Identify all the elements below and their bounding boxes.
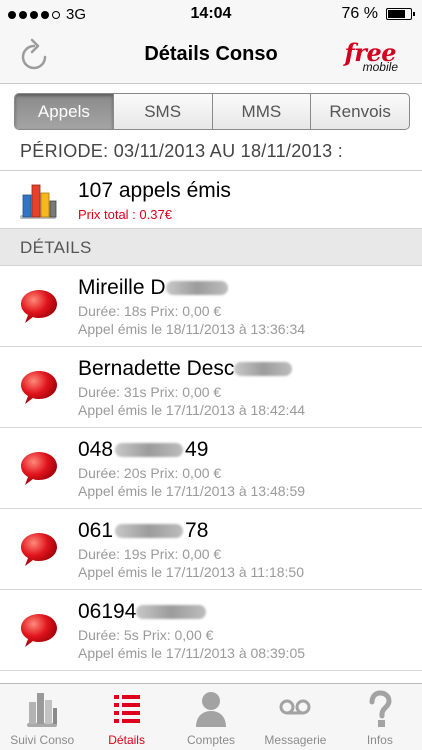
contact-name: 048 49 [78, 438, 208, 462]
tab-infos[interactable]: Infos [338, 684, 422, 750]
name-prefix: Bernadette Desc [78, 357, 235, 380]
list-item[interactable]: 048 49 Durée: 20s Prix: 0,00 € Appel émis… [0, 428, 422, 509]
tab-label: Messagerie [264, 733, 327, 747]
navigation-bar: Détails Conso free mobile [0, 28, 422, 84]
period-label: PÉRIODE: 03/11/2013 AU 18/11/2013 : [20, 141, 344, 161]
battery-percent: 76 % [341, 5, 378, 22]
tab-comptes[interactable]: Comptes [169, 684, 253, 750]
name-prefix: Mireille D [78, 276, 166, 299]
segment-appels[interactable]: Appels [15, 94, 114, 129]
tab-messagerie[interactable]: Messagerie [253, 684, 337, 750]
segment-mms[interactable]: MMS [213, 94, 312, 129]
list-item[interactable]: Mireille D Durée: 18s Prix: 0,00 € Appel… [0, 266, 422, 347]
bar-chart-icon [27, 693, 58, 727]
list-icon [113, 695, 140, 723]
name-prefix: 048 [78, 438, 114, 461]
tab-label: Infos [366, 733, 393, 747]
user-icon [196, 692, 227, 727]
tab-label: Détails [108, 733, 145, 747]
brand-sub: mobile [362, 60, 398, 74]
free-mobile-logo: free mobile [318, 38, 398, 78]
calls-summary: 107 appels émis Prix total : 0.37€ [0, 170, 422, 228]
name-prefix: 06194 [78, 600, 137, 623]
tab-bar: Suivi Conso Détails Comptes Messagerie I… [0, 683, 422, 750]
segment-sms[interactable]: SMS [114, 94, 213, 129]
section-title: DÉTAILS [20, 238, 92, 257]
section-header-details: DÉTAILS [0, 228, 422, 266]
speech-bubble-icon [21, 452, 57, 485]
contact-name: Bernadette Desc [78, 357, 293, 381]
name-prefix: 061 [78, 519, 114, 542]
contact-name: 061 78 [78, 519, 208, 543]
speech-bubble-icon [21, 290, 57, 323]
segment-renvois[interactable]: Renvois [311, 94, 409, 129]
status-right: 76 % [341, 5, 415, 23]
contact-name: 06194 [78, 600, 207, 624]
call-datetime: Appel émis le 18/11/2013 à 13:36:34 [78, 321, 306, 337]
call-duration-price: Durée: 5s Prix: 0,00 € [78, 627, 214, 643]
tab-label: Suivi Conso [10, 733, 75, 747]
call-type-segmented-control: Appels SMS MMS Renvois [14, 93, 410, 130]
list-item[interactable]: 061 78 Durée: 19s Prix: 0,00 € Appel émis… [0, 509, 422, 590]
list-item[interactable]: Bernadette Desc Durée: 31s Prix: 0,00 € … [0, 347, 422, 428]
call-duration-price: Durée: 19s Prix: 0,00 € [78, 546, 222, 562]
call-list: Mireille D Durée: 18s Prix: 0,00 € Appel… [0, 266, 422, 671]
bar-chart-icon [20, 184, 57, 219]
list-item[interactable]: 06194 Durée: 5s Prix: 0,00 € Appel émis … [0, 590, 422, 671]
total-price: Prix total : 0.37€ [78, 207, 172, 222]
tab-label: Comptes [187, 733, 236, 747]
tab-details[interactable]: Détails [84, 684, 168, 750]
question-icon [369, 690, 392, 727]
redacted-text [165, 281, 228, 296]
redacted-text [136, 605, 207, 620]
call-datetime: Appel émis le 17/11/2013 à 11:18:50 [78, 564, 304, 580]
name-suffix: 49 [185, 438, 209, 461]
speech-bubble-icon [21, 371, 57, 404]
call-datetime: Appel émis le 17/11/2013 à 13:48:59 [78, 483, 306, 499]
call-duration-price: Durée: 18s Prix: 0,00 € [78, 303, 222, 319]
call-duration-price: Durée: 31s Prix: 0,00 € [78, 384, 222, 400]
call-datetime: Appel émis le 17/11/2013 à 18:42:44 [78, 402, 306, 418]
speech-bubble-icon [21, 614, 57, 647]
contact-name: Mireille D [78, 276, 228, 300]
call-datetime: Appel émis le 17/11/2013 à 08:39:05 [78, 645, 306, 661]
call-duration-price: Durée: 20s Prix: 0,00 € [78, 465, 222, 481]
redacted-text [115, 443, 184, 458]
battery-icon [386, 8, 415, 20]
tab-suivi-conso[interactable]: Suivi Conso [0, 684, 84, 750]
speech-bubble-icon [21, 533, 57, 566]
name-suffix: 78 [185, 519, 209, 542]
status-bar: 3G 14:04 76 % [0, 0, 422, 28]
calls-count: 107 appels émis [78, 179, 231, 202]
voicemail-icon [279, 699, 311, 715]
redacted-text [115, 524, 184, 539]
redacted-text [234, 362, 293, 377]
